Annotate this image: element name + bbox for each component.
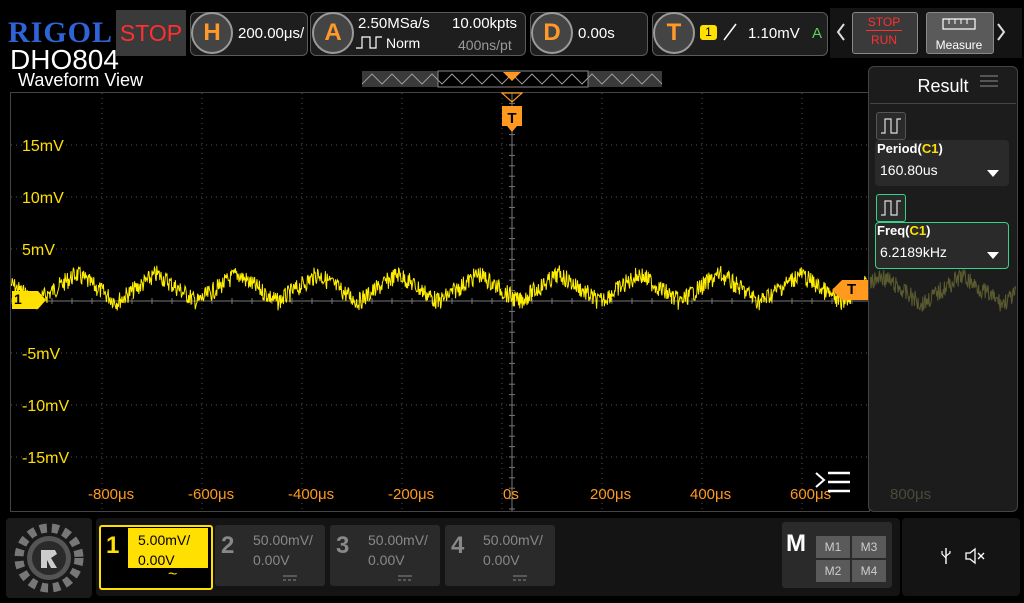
ch2-number: 2 (221, 532, 235, 559)
period-result-value: 160.80us (880, 162, 938, 178)
trigger-position-label: T (507, 110, 517, 127)
period-result-name: Period(C1) (877, 141, 943, 156)
ch1-trace (11, 265, 869, 311)
result-divider (870, 103, 1016, 104)
chevron-left-icon[interactable] (836, 22, 846, 42)
period-measure-icon (876, 112, 906, 140)
y-label: -5mV (22, 346, 61, 363)
acquire-icon[interactable]: A (312, 12, 354, 54)
waveform-menu-icon[interactable] (814, 470, 852, 498)
y-label: 15mV (22, 138, 64, 155)
math-label: M (786, 530, 806, 557)
math-m4[interactable]: M4 (852, 560, 886, 582)
measure-label: Measure (935, 38, 983, 52)
trigger-mode: A (812, 25, 823, 42)
frequency-measure-icon (876, 194, 906, 222)
acquire-mode: Norm (386, 35, 421, 51)
x-label: -600μs (188, 486, 235, 503)
ch1-offset-marker-label: 1 (14, 291, 22, 307)
usb-icon (941, 548, 951, 564)
x-label: -200μs (388, 486, 435, 503)
ch4-coupling-dc-icon (513, 575, 527, 581)
math-m1[interactable]: M1 (816, 536, 850, 558)
hidden-trace-overflow (870, 268, 1016, 312)
x-label: 400μs (690, 486, 732, 503)
ch3-number: 3 (336, 532, 350, 559)
trigger-level-marker-label: T (847, 281, 857, 298)
memory-depth: 10.00kpts (452, 15, 518, 32)
ch1-waveform-line (11, 265, 869, 311)
delay-value: 0.00s (578, 25, 615, 42)
status-area (902, 518, 1020, 596)
frequency-result-name: Freq(C1) (877, 223, 931, 238)
horizontal-icon[interactable]: H (191, 12, 233, 54)
result-menu-icon[interactable] (978, 74, 1000, 88)
ch2-scale: 50.00mV/ (253, 532, 313, 548)
run-stop-divider (866, 30, 902, 31)
trigger-source-badge: 1 (700, 25, 717, 40)
ch3-offset: 0.00V (368, 552, 405, 568)
math-m3[interactable]: M3 (852, 536, 886, 558)
x-label: 0s (503, 486, 519, 503)
ch4-scale: 50.00mV/ (483, 532, 543, 548)
frequency-result-value: 6.2189kHz (880, 244, 947, 260)
y-label: -15mV (22, 450, 70, 467)
sample-rate: 2.50MSa/s (358, 15, 430, 32)
time-per-point: 400ns/pt (458, 37, 512, 53)
math-m2[interactable]: M2 (816, 560, 850, 582)
rising-edge-icon (723, 23, 737, 41)
ch4-offset: 0.00V (483, 552, 520, 568)
ghost-waveform-line (870, 268, 1016, 312)
ch2-coupling-dc-icon (283, 575, 297, 581)
run-state-indicator[interactable]: STOP (116, 10, 186, 56)
y-label: 10mV (22, 190, 64, 207)
waveform-area[interactable] (10, 92, 870, 512)
run-stop-run-label: RUN (871, 33, 897, 47)
x-label: -400μs (288, 486, 335, 503)
delay-icon[interactable]: D (531, 12, 573, 54)
x-label: -800μs (88, 486, 135, 503)
chevron-down-icon[interactable] (986, 250, 1000, 260)
run-stop-stop-label: STOP (867, 15, 901, 29)
ch3-scale: 50.00mV/ (368, 532, 428, 548)
ch2-offset: 0.00V (253, 552, 290, 568)
ch3-coupling-dc-icon (398, 575, 412, 581)
y-label: 5mV (22, 242, 55, 259)
trigger-icon[interactable]: T (653, 12, 695, 54)
ch1-number: 1 (106, 532, 120, 559)
waveform-view-title: Waveform View (18, 70, 144, 90)
ruler-icon (942, 18, 976, 30)
ch4-number: 4 (451, 532, 465, 559)
trigger-level: 1.10mV (748, 25, 800, 42)
horizontal-position-bar[interactable] (362, 70, 662, 88)
chevron-right-icon[interactable] (996, 22, 1006, 42)
acquire-mode-icon (356, 36, 382, 49)
speaker-muted-icon[interactable] (964, 546, 986, 566)
x-label: 200μs (590, 486, 632, 503)
ch1-coupling-ac-icon: ~ (168, 566, 178, 583)
ch1-scale: 5.00mV/ (138, 532, 191, 548)
hidden-x-label: 800μs (890, 486, 932, 503)
chevron-down-icon[interactable] (986, 168, 1000, 178)
horizontal-scale-value: 200.00μs/ (238, 25, 305, 42)
home-button[interactable] (6, 518, 92, 598)
y-label: -10mV (22, 398, 70, 415)
